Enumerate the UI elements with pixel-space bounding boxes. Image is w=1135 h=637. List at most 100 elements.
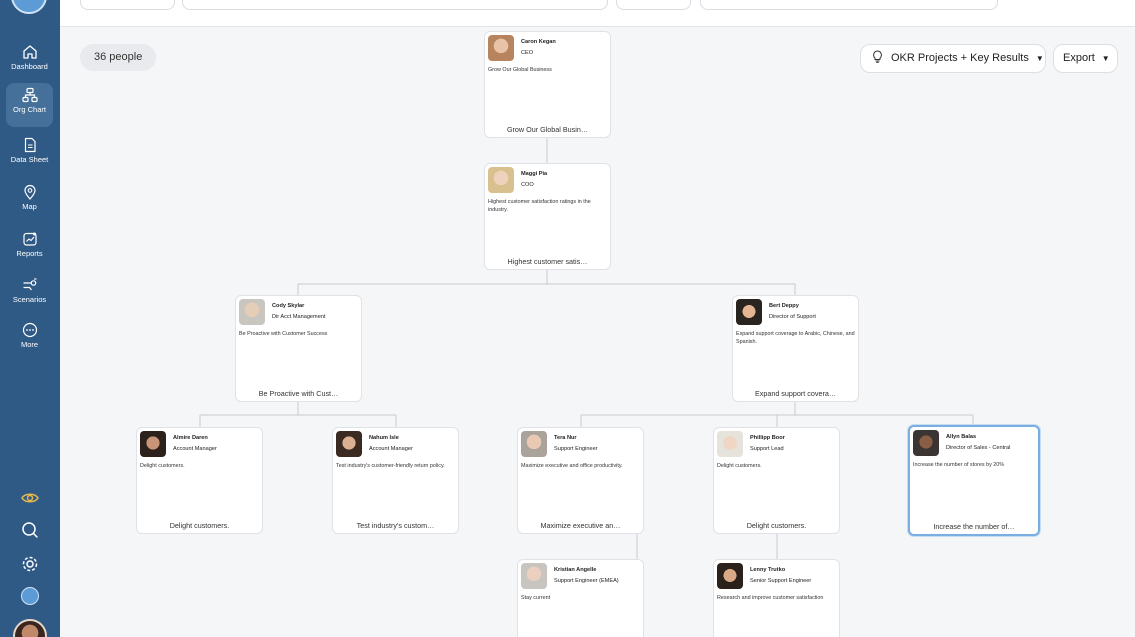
person-objective: Delight customers. xyxy=(717,463,762,469)
person-role: Support Engineer (EMEA) xyxy=(554,578,619,584)
avatar xyxy=(488,167,514,193)
org-chart-canvas[interactable]: 36 people OKR Projects + Key Results ▼ Ex… xyxy=(60,27,1135,637)
person-role: Account Manager xyxy=(369,446,413,452)
avatar xyxy=(736,299,762,325)
person-card[interactable]: Maggi Pia COO Highest customer satisfact… xyxy=(484,163,611,270)
person-objective: Be Proactive with Customer Success xyxy=(239,331,328,337)
card-footer: Grow Our Global Busin… xyxy=(506,125,589,134)
top-search-input[interactable] xyxy=(700,0,998,10)
org-chart-icon xyxy=(21,87,38,103)
person-role: Dir Acct Management xyxy=(272,314,326,320)
person-role: Support Engineer xyxy=(554,446,598,452)
play-button[interactable] xyxy=(616,0,691,10)
person-card[interactable]: Nahum Isle Account Manager Test industry… xyxy=(332,427,459,534)
person-card[interactable]: Bert Deppy Director of Support Expand su… xyxy=(732,295,859,402)
card-footer: Highest customer satis… xyxy=(507,257,588,266)
timeline-years: 201820192020202120222023 xyxy=(195,0,477,1)
reports-icon xyxy=(22,232,37,246)
card-footer: Be Proactive with Cust… xyxy=(258,389,339,398)
person-card[interactable]: Tera Nur Support Engineer Maximize execu… xyxy=(517,427,644,534)
person-name: Lenny Trutko xyxy=(750,567,786,573)
avatar xyxy=(140,431,166,457)
person-card[interactable]: Kristian Angelle Support Engineer (EMEA)… xyxy=(517,559,644,637)
person-name: Caron Kegan xyxy=(521,39,556,45)
timeline-year: 2019 xyxy=(242,0,289,1)
card-footer: Expand support covera… xyxy=(754,389,837,398)
timeline-year: 2020 xyxy=(289,0,336,1)
sidebar-item-scenarios[interactable]: Scenarios xyxy=(6,273,53,317)
avatar xyxy=(913,430,939,456)
avatar xyxy=(717,431,743,457)
person-card[interactable]: Caron Kegan CEO Grow Our Global Business… xyxy=(484,31,611,138)
company-avatar[interactable] xyxy=(21,587,39,605)
map-pin-icon xyxy=(23,184,36,200)
card-footer: Delight customers. xyxy=(746,521,807,530)
person-objective: Highest customer satisfaction ratings in… xyxy=(488,199,591,213)
person-role: COO xyxy=(521,182,534,188)
person-card[interactable]: Lenny Trutko Senior Support Engineer Res… xyxy=(713,559,840,637)
person-objective: Research and improve customer satisfacti… xyxy=(717,595,824,601)
timeline-year: 2023 xyxy=(430,0,477,1)
person-objective: Stay current xyxy=(521,595,551,601)
search-icon[interactable] xyxy=(20,520,40,540)
timeline-year: 2022 xyxy=(383,0,430,1)
person-name: Maggi Pia xyxy=(521,171,548,177)
eye-icon[interactable] xyxy=(20,488,40,508)
person-objective: Expand support coverage to Arabic, Chine… xyxy=(736,331,855,345)
app-logo[interactable] xyxy=(11,0,47,14)
sidebar-item-label: Dashboard xyxy=(11,62,48,71)
sidebar-item-map[interactable]: Map xyxy=(6,180,53,224)
card-footer: Maximize executive an… xyxy=(540,521,621,530)
avatar xyxy=(239,299,265,325)
avatar xyxy=(717,563,743,589)
person-card-selected[interactable]: Allyn Balas Director of Sales - Central … xyxy=(908,425,1040,536)
person-name: Nahum Isle xyxy=(369,435,399,441)
sidebar-item-label: More xyxy=(20,340,39,349)
card-footer: Delight customers. xyxy=(169,521,230,530)
top-bar: 201820192020202120222023 xyxy=(60,0,1135,27)
user-avatar[interactable] xyxy=(13,619,47,637)
avatar xyxy=(488,35,514,61)
sidebar-item-label: Map xyxy=(22,202,37,211)
avatar xyxy=(336,431,362,457)
document-icon xyxy=(24,137,36,153)
person-role: Director of Support xyxy=(769,314,816,320)
view-selector[interactable] xyxy=(80,0,175,10)
sidebar-item-label: Org Chart xyxy=(13,105,46,114)
sidebar-item-dashboard[interactable]: Dashboard xyxy=(6,40,53,84)
sidebar-item-more[interactable]: More xyxy=(6,318,53,362)
person-name: Allyn Balas xyxy=(946,434,977,440)
sidebar-item-org-chart[interactable]: Org Chart xyxy=(6,83,53,127)
home-icon xyxy=(22,45,37,59)
gear-icon[interactable] xyxy=(20,554,40,574)
avatar xyxy=(521,563,547,589)
person-card[interactable]: Almire Daren Account Manager Delight cus… xyxy=(136,427,263,534)
more-icon xyxy=(22,322,37,338)
person-role: CEO xyxy=(521,50,534,56)
timeline-year: 2021 xyxy=(336,0,383,1)
person-role: Director of Sales - Central xyxy=(946,445,1011,451)
person-name: Kristian Angelle xyxy=(554,567,597,573)
person-name: Phillipp Boor xyxy=(750,435,785,441)
person-role: Support Lead xyxy=(750,446,784,452)
sidebar: Dashboard Org Chart Data Sheet Map Repor… xyxy=(0,0,60,637)
sidebar-item-label: Scenarios xyxy=(12,295,47,304)
person-role: Senior Support Engineer xyxy=(750,578,812,584)
person-card[interactable]: Phillipp Boor Support Lead Delight custo… xyxy=(713,427,840,534)
person-name: Cody Skylar xyxy=(272,303,305,309)
person-objective: Maximize executive and office productivi… xyxy=(521,463,623,469)
sidebar-item-data-sheet[interactable]: Data Sheet xyxy=(6,133,53,177)
timeline-year: 2018 xyxy=(195,0,242,1)
person-name: Bert Deppy xyxy=(769,303,799,309)
person-objective: Increase the number of stores by 20% xyxy=(913,462,1005,468)
person-role: Account Manager xyxy=(173,446,217,452)
person-card[interactable]: Cody Skylar Dir Acct Management Be Proac… xyxy=(235,295,362,402)
card-footer: Increase the number of… xyxy=(933,522,1015,531)
sidebar-item-label: Reports xyxy=(16,249,43,258)
person-objective: Delight customers. xyxy=(140,463,185,469)
timeline-slider[interactable] xyxy=(182,0,608,10)
card-footer: Test industry's custom… xyxy=(356,521,435,530)
avatar xyxy=(521,431,547,457)
sidebar-item-reports[interactable]: Reports xyxy=(6,227,53,271)
person-name: Almire Daren xyxy=(173,435,208,441)
